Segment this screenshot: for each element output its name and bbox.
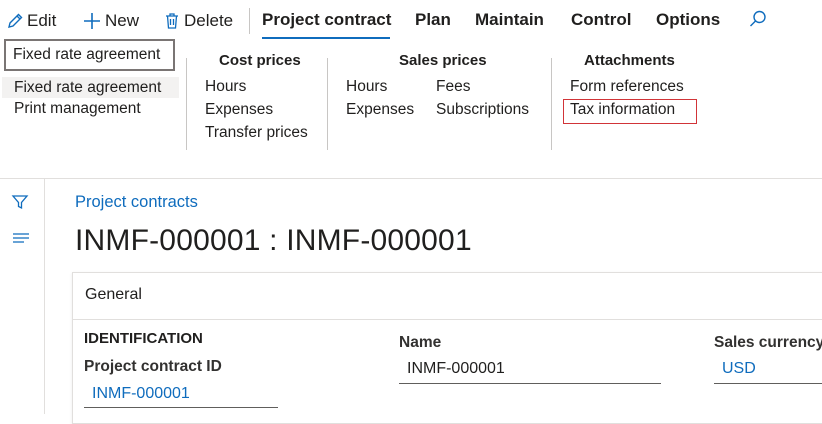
- menu-divider: [0, 178, 822, 179]
- toolbar-separator: [249, 8, 250, 34]
- menu-item-print-management[interactable]: Print management: [14, 100, 141, 118]
- project-contract-id-field[interactable]: INMF-000001: [84, 382, 278, 408]
- tab-maintain[interactable]: Maintain: [475, 10, 544, 32]
- delete-label: Delete: [184, 11, 234, 30]
- new-button[interactable]: New: [82, 10, 139, 32]
- search-icon: [750, 10, 766, 27]
- list-button[interactable]: [12, 231, 30, 250]
- tab-control[interactable]: Control: [571, 10, 631, 32]
- group-separator: [186, 58, 187, 150]
- menu-item-sales-hours[interactable]: Hours: [346, 78, 387, 96]
- plus-icon: [84, 13, 100, 29]
- general-header-label: General: [85, 286, 142, 303]
- tab-project-contract[interactable]: Project contract: [262, 10, 391, 32]
- menu-item-fees[interactable]: Fees: [436, 78, 470, 96]
- sales-prices-title: Sales prices: [399, 52, 487, 69]
- menu-item-sales-expenses[interactable]: Expenses: [346, 101, 414, 119]
- menu-item-transfer-prices[interactable]: Transfer prices: [205, 124, 308, 142]
- list-icon: [13, 233, 29, 243]
- tab-options[interactable]: Options: [656, 10, 720, 32]
- new-label: New: [105, 11, 140, 30]
- identification-section-label: IDENTIFICATION: [84, 330, 203, 347]
- group-separator: [551, 58, 552, 150]
- menu-item-cost-expenses[interactable]: Expenses: [205, 101, 273, 119]
- pencil-icon: [8, 13, 23, 28]
- name-label: Name: [399, 334, 442, 351]
- name-field[interactable]: INMF-000001: [399, 357, 661, 384]
- menu-item-fixed-rate-agreement[interactable]: Fixed rate agreement: [2, 77, 179, 98]
- active-tab-indicator: [262, 37, 390, 39]
- cost-prices-title: Cost prices: [219, 52, 301, 69]
- left-rail: [0, 179, 45, 414]
- edit-label: Edit: [27, 11, 57, 30]
- project-contract-id-label: Project contract ID: [84, 358, 222, 375]
- action-pane: Edit New Delete Project contract Plan Ma…: [0, 0, 822, 42]
- fixed-rate-agreement-group-button[interactable]: Fixed rate agreement: [4, 39, 175, 71]
- filter-button[interactable]: [11, 193, 29, 216]
- trash-icon: [166, 13, 178, 29]
- menu-item-subscriptions[interactable]: Subscriptions: [436, 101, 529, 119]
- tab-plan[interactable]: Plan: [415, 10, 451, 32]
- delete-button[interactable]: Delete: [163, 10, 233, 32]
- general-card-header[interactable]: General: [73, 273, 822, 320]
- breadcrumb-project-contracts[interactable]: Project contracts: [75, 193, 198, 212]
- search-button[interactable]: [748, 8, 771, 30]
- page-title: INMF-000001 : INMF-000001: [75, 224, 472, 257]
- menu-item-form-references[interactable]: Form references: [570, 78, 684, 96]
- group-separator: [327, 58, 328, 150]
- attachments-title: Attachments: [584, 52, 675, 69]
- menu-item-cost-hours[interactable]: Hours: [205, 78, 246, 96]
- edit-button[interactable]: Edit: [6, 10, 56, 32]
- sales-currency-field[interactable]: USD: [714, 357, 822, 384]
- sales-currency-label: Sales currency: [714, 334, 822, 351]
- filter-icon: [11, 195, 29, 210]
- highlight-box: [563, 99, 697, 124]
